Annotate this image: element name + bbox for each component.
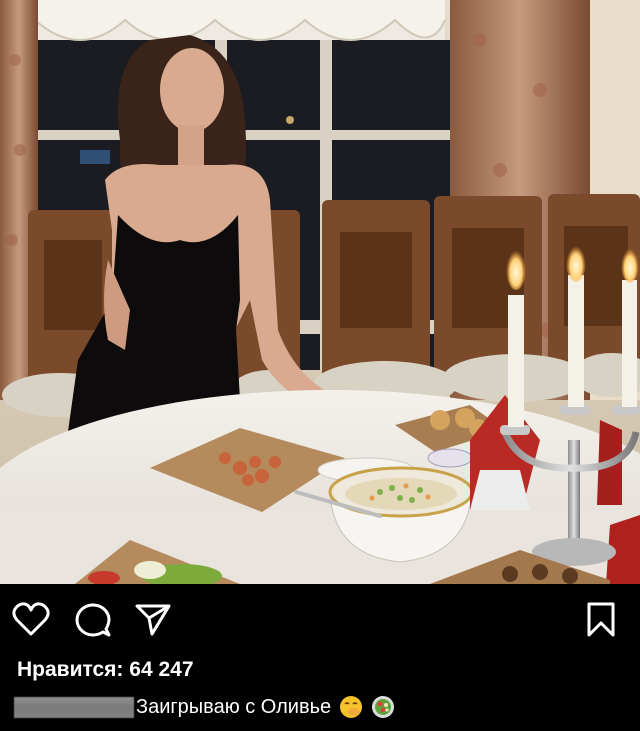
likes-label: Нравится: [17, 658, 124, 681]
comment-icon[interactable] [75, 602, 111, 638]
likes-count[interactable]: Нравится: 64 247 [17, 656, 194, 684]
share-icon[interactable] [134, 603, 172, 637]
likes-number: 64 247 [129, 658, 194, 681]
face-with-hand-over-mouth-emoji [339, 695, 363, 719]
username-redacted[interactable] [14, 696, 134, 718]
post-photo[interactable] [0, 0, 640, 584]
heart-icon[interactable] [12, 602, 50, 638]
post-actions-bar [0, 584, 640, 658]
caption-text: Заигрываю с Оливье [136, 696, 332, 718]
salad-emoji [371, 695, 395, 719]
post-caption: Заигрываю с Оливье [14, 694, 395, 720]
bookmark-icon[interactable] [586, 602, 616, 638]
instagram-post: Нравится: 64 247 Заигрываю с Оливье [0, 0, 640, 731]
